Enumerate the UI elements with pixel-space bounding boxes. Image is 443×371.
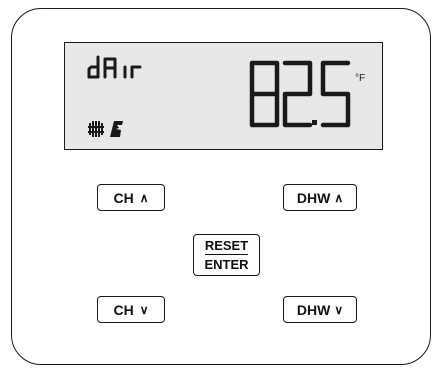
ch-down-label: CH xyxy=(113,301,134,318)
lcd-readout: °F xyxy=(87,55,365,137)
reset-enter-button[interactable]: RESET ENTER xyxy=(193,234,260,276)
chevron-up-icon: ∧ xyxy=(334,190,344,205)
dhw-up-button[interactable]: DHW ∧ xyxy=(283,184,357,211)
dhw-up-label: DHW xyxy=(296,189,331,206)
flame-icon xyxy=(110,121,123,137)
decimal-point xyxy=(312,120,317,125)
enter-label: ENTER xyxy=(204,257,249,272)
dhw-down-button[interactable]: DHW ∨ xyxy=(283,296,357,323)
radiator-icon xyxy=(88,121,104,137)
dhw-down-label: DHW xyxy=(296,301,331,318)
chevron-down-icon: ∨ xyxy=(334,302,344,317)
mode-text xyxy=(87,55,142,79)
unit-label: °F xyxy=(355,73,365,84)
ch-up-button[interactable]: CH ∧ xyxy=(97,184,165,211)
temperature-readout xyxy=(249,60,351,128)
ch-down-button[interactable]: CH ∨ xyxy=(97,296,165,323)
lcd-display: °F xyxy=(64,42,383,150)
chevron-up-icon: ∧ xyxy=(139,190,149,205)
reset-label: RESET xyxy=(204,238,249,255)
ch-up-label: CH xyxy=(113,189,134,206)
chevron-down-icon: ∨ xyxy=(139,302,149,317)
